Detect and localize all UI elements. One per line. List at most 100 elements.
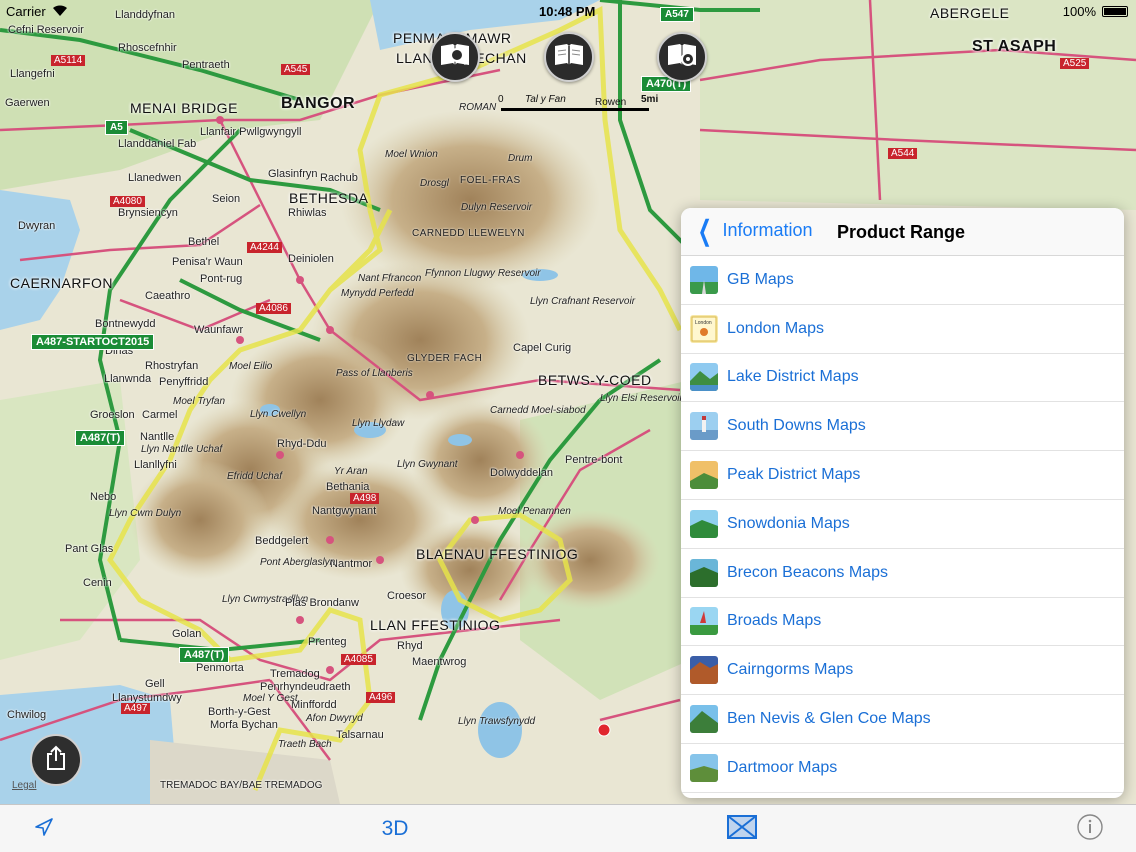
place-label: Capel Curig <box>513 342 572 354</box>
town-blaenau-ffestiniog: BLAENAU FFESTINIOG <box>416 546 579 562</box>
search-map-icon <box>439 41 471 74</box>
pass-label: Pass of Llanberis <box>336 368 413 379</box>
locate-button[interactable] <box>22 805 66 852</box>
maps-library-button[interactable] <box>544 32 594 82</box>
town-bethesda: BETHESDA <box>289 190 369 206</box>
carrier-label: Carrier <box>6 4 46 19</box>
place-label: Carmel <box>142 409 178 421</box>
product-label: Lake District Maps <box>727 368 859 386</box>
place-label: Traeth Bach <box>278 739 332 750</box>
dartmoor-maps-icon <box>690 753 718 782</box>
popover-nav-bar: ❮ Information Product Range <box>681 208 1124 256</box>
scale-start: 0 <box>498 94 504 105</box>
product-item-cairngorms[interactable]: Cairngorms Maps <box>681 646 1124 696</box>
share-icon <box>44 745 68 776</box>
place-label: Nebo <box>90 491 117 503</box>
product-item-lake-district[interactable]: Lake District Maps <box>681 354 1124 403</box>
place-label: Waunfawr <box>194 324 244 336</box>
lake-label: Llyn Nantlle Uchaf <box>141 444 223 455</box>
road-label-a487t: A487(T) <box>75 430 126 446</box>
product-label: GB Maps <box>727 270 794 288</box>
map-grid-button[interactable] <box>724 805 760 852</box>
place-label: Maentwrog <box>412 656 467 668</box>
product-item-gb[interactable]: GB Maps <box>681 256 1124 305</box>
battery-percent: 100% <box>1062 4 1096 19</box>
place-label: Caeathro <box>145 290 191 302</box>
info-button[interactable] <box>1072 805 1108 852</box>
product-item-snowdonia[interactable]: Snowdonia Maps <box>681 500 1124 549</box>
product-item-brecon-beacons[interactable]: Brecon Beacons Maps <box>681 549 1124 598</box>
product-label: Dartmoor Maps <box>727 758 838 776</box>
info-icon <box>1076 813 1104 846</box>
town-bangor: BANGOR <box>281 95 356 112</box>
product-item-south-downs[interactable]: South Downs Maps <box>681 402 1124 452</box>
road-label-a5: A5 <box>105 120 128 135</box>
place-label: Llanfair Pwllgwyngyll <box>200 126 302 138</box>
snowdonia-maps-icon <box>690 509 718 538</box>
map-settings-button[interactable] <box>657 32 707 82</box>
place-label: Penisa'r Waun <box>172 256 243 268</box>
popover-title: Product Range <box>837 222 966 242</box>
place-label: Seion <box>212 193 241 205</box>
peak-district-maps-icon <box>690 461 718 490</box>
battery-icon <box>1102 6 1128 17</box>
3d-toggle-button[interactable]: 3D <box>370 805 420 852</box>
place-label: Talsarnau <box>336 729 384 741</box>
town-llan-ffestiniog: LLAN FFESTINIOG <box>370 617 501 633</box>
broads-maps-icon <box>690 607 718 636</box>
peak-label: GLYDER FACH <box>407 353 483 364</box>
share-button[interactable] <box>30 734 82 786</box>
search-map-button[interactable] <box>430 32 480 82</box>
place-label: Dolwyddelan <box>490 467 553 479</box>
location-arrow-icon <box>33 816 55 843</box>
scale-bar-line <box>501 108 649 111</box>
place-label: Glasinfryn <box>268 168 318 180</box>
place-label: Efridd Uchaf <box>227 471 283 482</box>
place-label: Pont Aberglaslyn <box>260 557 336 568</box>
legal-link[interactable]: Legal <box>12 780 36 791</box>
lake-label: Llyn Cwellyn <box>250 409 307 420</box>
place-label: Pentre-bont <box>565 454 623 466</box>
place-label: Bethania <box>326 481 370 493</box>
place-label: Chwilog <box>7 709 47 721</box>
back-label: Information <box>722 220 813 240</box>
lake-label: Llyn Gwynant <box>397 459 458 470</box>
road-label: ROMAN <box>459 102 497 113</box>
lake-label: Dulyn Reservoir <box>461 202 533 213</box>
place-label: Llanedwen <box>128 172 182 184</box>
product-item-ben-nevis[interactable]: Ben Nevis & Glen Coe Maps <box>681 695 1124 744</box>
scale-label: Rowen <box>595 97 627 108</box>
back-button[interactable]: ❮ Information <box>693 216 813 244</box>
place-label: Morfa Bychan <box>210 719 278 731</box>
place-label: Llanllyfni <box>134 459 177 471</box>
lake-label: Llyn Cwm Dulyn <box>109 508 182 519</box>
lake-label: Llyn Trawsfynydd <box>458 716 536 727</box>
gb-maps-icon <box>690 265 718 294</box>
road-label-a4080: A4080 <box>110 196 145 207</box>
lake-label: Llyn Crafnant Reservoir <box>530 296 636 307</box>
road-label-a498: A498 <box>350 493 380 504</box>
product-label: Snowdonia Maps <box>727 514 850 532</box>
road-label-a4086: A4086 <box>256 303 291 314</box>
map-settings-icon <box>666 41 698 74</box>
product-item-london[interactable]: London London Maps <box>681 305 1124 354</box>
product-item-dartmoor[interactable]: Dartmoor Maps <box>681 744 1124 793</box>
place-label: Pentraeth <box>182 59 230 71</box>
river-label: Afon Dwyryd <box>306 713 363 724</box>
place-label: Rhiwlas <box>288 207 327 219</box>
place-label: Brynsiencyn <box>118 207 178 219</box>
lake-label: Ffynnon Llugwy Reservoir <box>425 268 541 279</box>
product-label: Peak District Maps <box>727 466 861 484</box>
product-item-peak-district[interactable]: Peak District Maps <box>681 451 1124 500</box>
ben-nevis-maps-icon <box>690 705 718 734</box>
south-downs-maps-icon <box>690 412 718 441</box>
place-label: Rhyd <box>397 640 423 652</box>
place-label: Nantgwynant <box>312 505 377 517</box>
lake-label: Llyn Elsi Reservoir <box>600 393 683 404</box>
3d-label: 3D <box>381 817 409 840</box>
product-item-broads[interactable]: Broads Maps <box>681 598 1124 647</box>
svg-text:London: London <box>695 320 712 326</box>
peak-label: Yr Aran <box>334 466 368 477</box>
place-label: Borth-y-Gest <box>208 706 271 718</box>
place-label: Nantmor <box>330 558 373 570</box>
